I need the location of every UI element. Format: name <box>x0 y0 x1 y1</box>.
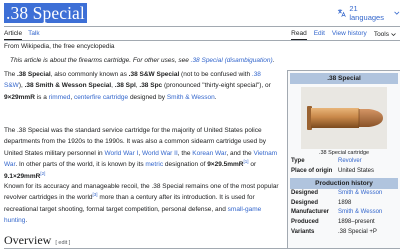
page-title-container: .38 Special <box>4 3 87 23</box>
paragraph-text: The <box>4 71 18 78</box>
inline-link[interactable]: Korean War <box>192 150 226 157</box>
inline-link[interactable]: World War II <box>142 150 178 157</box>
infobox-label: Place of origin <box>291 167 333 174</box>
paragraph-text: . In other parts of the world, it is kno… <box>15 161 146 169</box>
hatnote-text: This article is about the firearms cartr… <box>10 57 191 64</box>
paragraph-text: designation of <box>163 161 208 169</box>
paragraph-text: , and the <box>226 149 254 157</box>
tab-article[interactable]: Article <box>4 28 23 40</box>
paragraph-text: (not to be confused with <box>179 71 252 78</box>
paragraph-text: . <box>25 217 28 225</box>
languages-label: 21 languages <box>349 4 384 22</box>
infobox-section-production: Production history <box>290 178 398 190</box>
infobox-row-type: Type Revolver <box>288 157 400 167</box>
tab-read[interactable]: Read <box>291 28 307 40</box>
namespace-tabs: Article Talk <box>4 28 40 40</box>
bold-term: 9×29.5mmR <box>207 161 244 169</box>
bold-term: .38 Special <box>17 71 51 78</box>
page-title: .38 Special <box>4 3 87 23</box>
infobox-row-origin: Place of origin United States <box>288 167 400 177</box>
infobox-row-designed-year: Designed 1898 <box>288 199 400 209</box>
translate-icon <box>337 9 346 17</box>
infobox-label: Designed <box>291 199 319 206</box>
infobox-title: .38 Special <box>290 73 398 84</box>
bold-term: .38 S&W Special <box>128 71 180 78</box>
infobox: .38 Special .38 Special cartridge Type R… <box>287 70 400 249</box>
inline-link[interactable]: World War I <box>104 150 138 157</box>
infobox-label: Designed <box>291 190 319 197</box>
intro-paragraph-2: The .38 Special was the standard service… <box>4 125 280 182</box>
paragraph-text: , the <box>177 149 193 157</box>
infobox-label: Produced <box>291 218 319 225</box>
tab-edit[interactable]: Edit <box>314 28 325 40</box>
hatnote-disambiguation-link[interactable]: .38 Special (disambiguation) <box>191 57 273 64</box>
tab-talk[interactable]: Talk <box>28 28 40 40</box>
infobox-row-produced: Produced 1898–present <box>288 218 400 228</box>
paragraph-text: (pronounced "thirty-eight special"), or <box>162 82 271 90</box>
infobox-label: Manufacturer <box>291 209 330 216</box>
paragraph-text: or <box>248 161 257 169</box>
hatnote-end: . <box>272 57 275 64</box>
bold-term: .38 Smith & Wesson Special <box>24 82 112 90</box>
inline-link[interactable]: rimmed <box>49 94 71 101</box>
bold-term: .38 Spc <box>139 82 163 90</box>
languages-button[interactable]: 21 languages <box>337 4 400 22</box>
tools-label: Tools <box>373 30 389 38</box>
inline-link[interactable]: Smith & Wesson <box>167 94 215 101</box>
paragraph-text: is a <box>34 93 49 101</box>
infobox-value-link[interactable]: Revolver <box>338 157 362 167</box>
intro-paragraph-1: The .38 Special, also commonly known as … <box>4 69 280 103</box>
bold-term: .38 Spl <box>114 82 136 90</box>
paragraph-text: designed by <box>128 93 167 101</box>
infobox-label: Variants <box>291 228 315 235</box>
infobox-image-caption: .38 Special cartridge <box>318 150 370 156</box>
inline-link[interactable]: centerfire cartridge <box>74 94 128 101</box>
infobox-row-manufacturer: Manufacturer Smith & Wesson <box>288 208 400 218</box>
infobox-value-link[interactable]: Smith & Wesson <box>338 189 382 199</box>
overview-heading-text: Overview <box>4 233 52 247</box>
bold-term: 9.1×29mmR <box>4 172 41 180</box>
section-heading-overview: Overview[ edit ] <box>4 233 70 249</box>
citation-link[interactable]: [2] <box>40 171 45 176</box>
infobox-row-variants: Variants .38 Special +P <box>288 228 400 238</box>
view-tabs: Read Edit View history Tools <box>291 28 396 40</box>
infobox-value: .38 Special +P <box>338 228 377 235</box>
bold-term: 9×29mmR <box>4 93 35 101</box>
paragraph-text: , also commonly known as <box>50 71 129 78</box>
paragraph-text: . <box>214 93 217 101</box>
infobox-value-link[interactable]: Smith & Wesson <box>338 208 382 218</box>
site-tagline: From Wikipedia, the free encyclopedia <box>4 43 115 50</box>
intro-paragraph-3: Known for its accuracy and manageable re… <box>4 181 280 227</box>
tabs-divider <box>4 39 400 41</box>
chevron-down-icon <box>394 11 400 15</box>
tab-view-history[interactable]: View history <box>332 28 367 40</box>
tools-menu[interactable]: Tools <box>374 28 396 40</box>
cartridge-image[interactable] <box>301 87 387 149</box>
title-divider <box>4 26 400 27</box>
hatnote: This article is about the firearms cartr… <box>10 56 274 65</box>
infobox-value: 1898–present <box>338 218 375 225</box>
chevron-down-icon <box>391 32 396 36</box>
citation: [2] <box>40 171 45 176</box>
inline-link[interactable]: metric <box>145 161 163 168</box>
infobox-value: United States <box>338 167 375 174</box>
overview-edit-link[interactable]: [ edit ] <box>55 240 70 246</box>
infobox-row-designed: Designed Smith & Wesson <box>288 189 400 199</box>
infobox-label: Type <box>291 158 305 164</box>
infobox-value: 1898 <box>338 199 352 206</box>
